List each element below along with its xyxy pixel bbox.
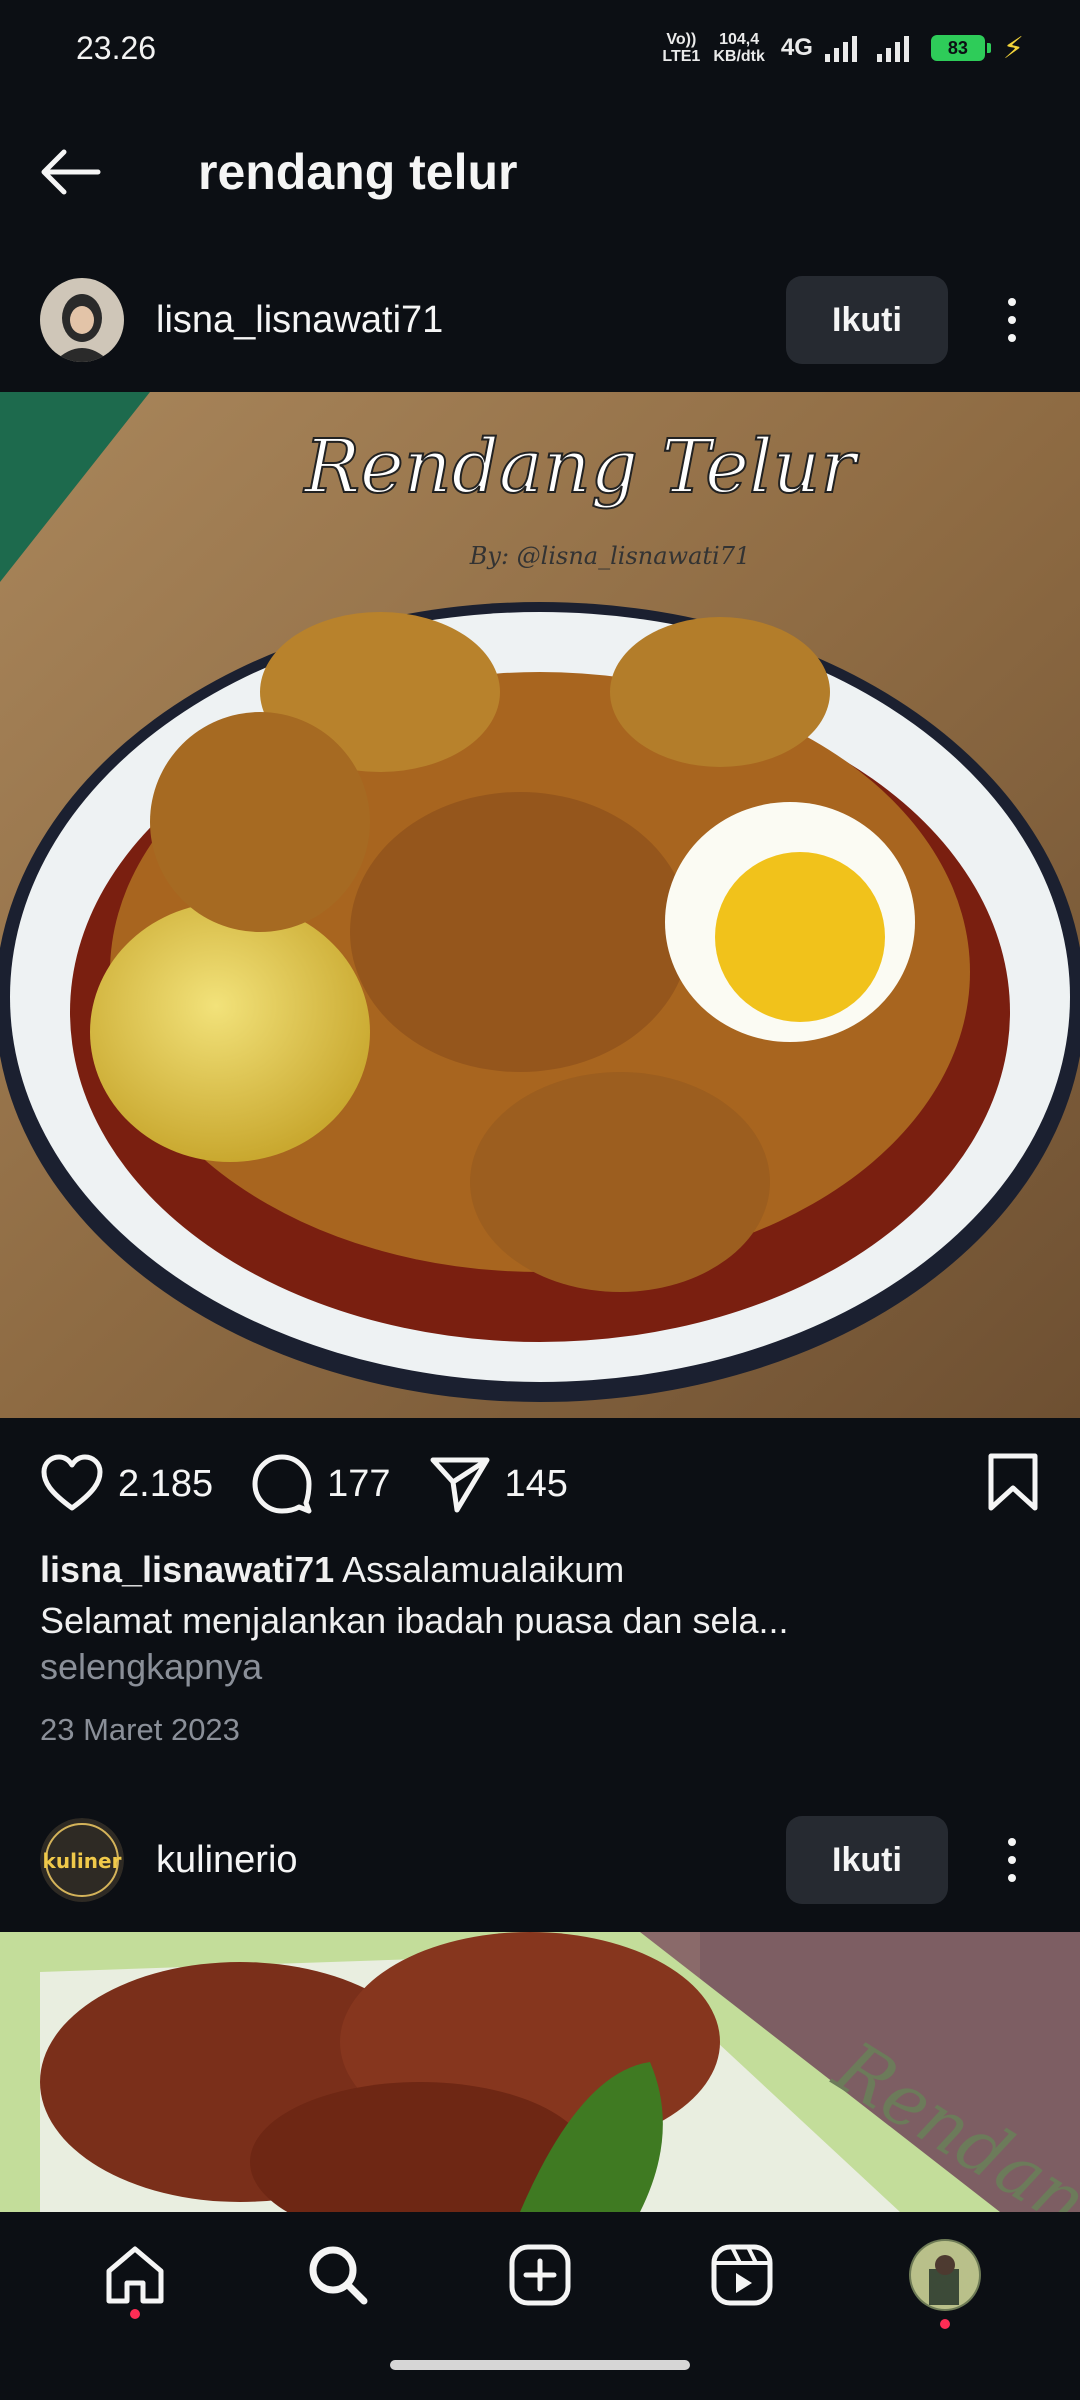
signal-icon xyxy=(824,34,857,62)
page-title: rendang telur xyxy=(198,144,518,200)
caption-username[interactable]: lisna_lisnawati71 xyxy=(40,1549,334,1590)
back-button[interactable] xyxy=(0,120,140,224)
network-speed: 104,4 KB/dtk xyxy=(713,31,765,65)
reels-icon xyxy=(711,2244,773,2306)
create-icon xyxy=(509,2244,571,2306)
post-actions: 2.185 177 145 xyxy=(0,1440,1080,1528)
network-speed-value: 104,4 xyxy=(719,31,760,48)
home-indicator[interactable] xyxy=(390,2360,690,2370)
nav-search[interactable] xyxy=(290,2227,386,2323)
share-count: 145 xyxy=(504,1462,568,1505)
charging-icon: ⚡ xyxy=(1002,31,1024,65)
image-overlay-title: Rendang Telur xyxy=(302,424,860,510)
post-image-2[interactable]: Rendang T xyxy=(0,1932,1080,2212)
post-date: 23 Maret 2023 xyxy=(40,1712,240,1747)
avatar-logo-text: kuliner xyxy=(43,1849,122,1873)
avatar[interactable]: kuliner xyxy=(40,1818,124,1902)
follow-button[interactable]: Ikuti xyxy=(786,1816,948,1904)
nav-profile[interactable] xyxy=(897,2227,993,2329)
post-username[interactable]: lisna_lisnawati71 xyxy=(156,299,786,342)
nav-home[interactable] xyxy=(87,2227,183,2323)
home-icon xyxy=(106,2246,164,2304)
comment-count: 177 xyxy=(327,1462,391,1505)
page-header: rendang telur xyxy=(0,120,1080,224)
follow-button[interactable]: Ikuti xyxy=(786,276,948,364)
status-bar: 23.26 Vo)) LTE1 104,4 KB/dtk 4G 83 ⚡ xyxy=(0,0,1080,96)
notification-dot xyxy=(130,2309,141,2319)
status-indicators: Vo)) LTE1 104,4 KB/dtk 4G 83 ⚡ xyxy=(661,31,1024,66)
caption-text: Assalamualaikum xyxy=(342,1549,625,1590)
heart-icon xyxy=(41,1454,103,1511)
notification-dot xyxy=(939,2319,950,2329)
bottom-navigation xyxy=(0,2212,1080,2400)
bookmark-icon xyxy=(988,1453,1038,1510)
network-type: 4G xyxy=(780,34,813,61)
signal-icon-2 xyxy=(876,34,909,62)
nav-reels[interactable] xyxy=(694,2227,790,2323)
like-count: 2.185 xyxy=(118,1462,214,1505)
network-speed-unit: KB/dtk xyxy=(713,48,765,65)
post-username[interactable]: kulinerio xyxy=(156,1839,786,1882)
save-button[interactable] xyxy=(986,1452,1040,1517)
arrow-left-icon xyxy=(41,149,101,195)
volte-indicator: Vo)) LTE1 xyxy=(662,31,701,65)
caption-text-line2: Selamat menjalankan ibadah puasa dan sel… xyxy=(40,1600,789,1641)
more-options-icon[interactable] xyxy=(984,276,1040,364)
share-button[interactable]: 145 xyxy=(429,1454,568,1514)
post-header: lisna_lisnawati71 Ikuti xyxy=(0,266,1080,374)
see-more-link[interactable]: selengkapnya xyxy=(40,1646,262,1688)
nav-create[interactable] xyxy=(492,2227,588,2323)
profile-avatar xyxy=(908,2239,981,2311)
like-button[interactable]: 2.185 xyxy=(40,1454,213,1514)
image-overlay-credit: By: @lisna_lisnawati71 xyxy=(469,542,751,570)
post-caption: lisna_lisnawati71 Assalamualaikum Selama… xyxy=(40,1544,1040,1646)
send-icon xyxy=(430,1457,489,1513)
comment-icon xyxy=(252,1454,312,1514)
battery-icon: 83 xyxy=(930,35,991,61)
search-icon xyxy=(309,2246,368,2305)
post-image[interactable]: Rendang Telur By: @lisna_lisnawati71 xyxy=(0,392,1080,1418)
more-options-icon[interactable] xyxy=(984,1816,1040,1904)
status-time: 23.26 xyxy=(76,29,157,66)
comment-button[interactable]: 177 xyxy=(251,1453,391,1515)
post-header-2: kuliner kulinerio Ikuti xyxy=(0,1806,1080,1914)
avatar[interactable] xyxy=(40,278,124,362)
